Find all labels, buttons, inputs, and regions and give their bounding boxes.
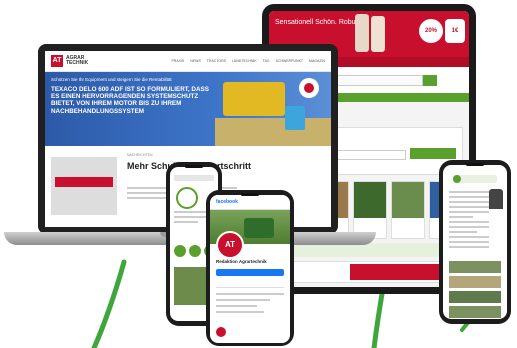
currency-badge: 1€ [445, 19, 465, 43]
texaco-logo [299, 78, 319, 98]
agrartechnik-logo[interactable]: AT AGRAR TECHNIK [51, 55, 88, 67]
nav-item[interactable]: NEWS [190, 59, 201, 63]
article-thumbnail [51, 157, 117, 215]
page-name: Redaktion Agrartechnik [216, 259, 267, 264]
page-info-text [216, 293, 284, 317]
category-icon[interactable] [189, 245, 201, 257]
phone-right-device [439, 160, 511, 324]
logo-wordmark: AGRAR TECHNIK [66, 56, 88, 66]
tablet-brand-banner[interactable] [277, 261, 463, 283]
hero-headline: TEXACO DELO 600 ADF IST SO FORMULIERT, D… [51, 86, 209, 115]
phone-notch [241, 193, 259, 196]
listing-card[interactable] [391, 181, 425, 239]
follow-button[interactable] [216, 269, 284, 276]
listing-card[interactable] [353, 181, 387, 239]
tablet-find-button[interactable] [410, 148, 456, 159]
article-meta: NACHRICHTEN [127, 153, 153, 157]
nav-item[interactable]: SCHWERPUNKT [276, 59, 303, 63]
phone-right-screen [443, 165, 507, 319]
author-photo [489, 189, 503, 209]
tablet-ad-text: Sensationell Schön. Robust. [275, 19, 363, 26]
logo-mark: AT [51, 55, 63, 67]
article-text [449, 191, 489, 251]
laptop-nav: PRAXIS NEWS TRACTORS LANDTECHNIK TAG SCH… [171, 59, 325, 63]
brand-circle-logo [176, 187, 198, 209]
oil-can-image [285, 106, 305, 130]
category-icon[interactable] [174, 245, 186, 257]
facebook-wordmark: facebook [216, 199, 238, 205]
nav-item[interactable]: PRAXIS [171, 59, 184, 63]
phone-facebook-device: facebook AT Redaktion Agrartechnik [206, 190, 294, 346]
site-logo[interactable] [453, 175, 497, 183]
facebook-app-bar: facebook [210, 195, 290, 210]
hero-field-image [215, 118, 331, 146]
page-avatar[interactable]: AT [216, 231, 244, 259]
nav-item[interactable]: MAGAZIN [309, 59, 325, 63]
nav-item[interactable]: TRACTORS [207, 59, 226, 63]
ad-phone-image [371, 16, 385, 52]
listing-image [354, 182, 386, 218]
hero-subtitle: Schützen Sie Ihr Equipment und steigern … [51, 77, 172, 82]
logo-line2: TECHNIK [66, 60, 89, 66]
laptop-header: AT AGRAR TECHNIK PRAXIS NEWS TRACTORS LA… [45, 51, 331, 72]
nav-item[interactable]: TAG [263, 59, 270, 63]
tractor-image [244, 218, 274, 238]
post-avatar [216, 327, 226, 337]
ad-phone-image [355, 14, 369, 52]
site-header [174, 175, 214, 181]
discount-badge: 20% [419, 19, 443, 43]
hero-ad-banner[interactable]: Schützen Sie Ihr Equipment und steigern … [45, 72, 331, 146]
facebook-page-tabs[interactable] [216, 281, 284, 288]
tablet-promo-strip[interactable] [277, 243, 461, 257]
nav-item[interactable]: LANDTECHNIK [232, 59, 257, 63]
article-gallery[interactable] [449, 261, 501, 319]
phone-notch [466, 163, 484, 166]
listing-image [392, 182, 424, 218]
phone-notch [185, 165, 203, 168]
combine-harvester-image [223, 82, 285, 116]
tablet-search-button[interactable] [423, 75, 437, 86]
facebook-screen: facebook AT Redaktion Agrartechnik [210, 195, 290, 343]
